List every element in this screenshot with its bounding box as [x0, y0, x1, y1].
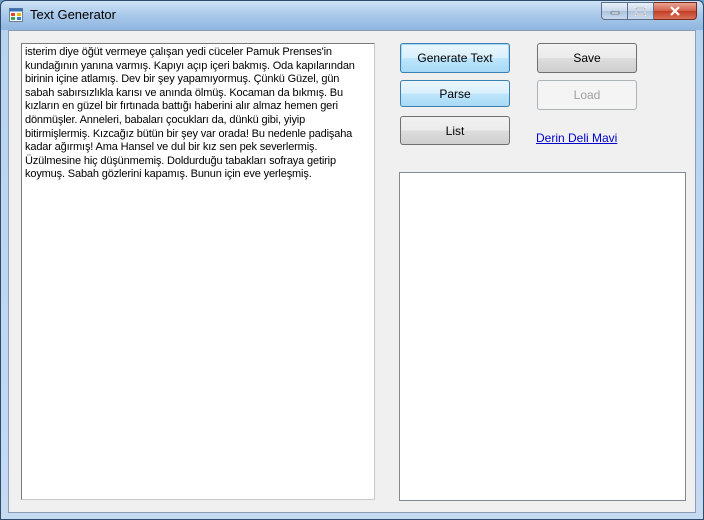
caption-buttons — [601, 2, 697, 21]
minimize-button[interactable] — [601, 2, 628, 20]
client-area: isterim diye öğüt vermeye çalışan yedi c… — [8, 30, 696, 513]
list-button[interactable]: List — [400, 116, 510, 145]
generate-text-button[interactable]: Generate Text — [400, 43, 510, 73]
parse-button[interactable]: Parse — [400, 80, 510, 107]
derin-deli-mavi-link[interactable]: Derin Deli Mavi — [536, 131, 617, 145]
maximize-icon — [635, 6, 646, 16]
maximize-button[interactable] — [628, 2, 654, 20]
load-button: Load — [537, 80, 637, 110]
app-window: Text Generator isterim diye öğüt vermeye… — [0, 0, 704, 520]
save-button[interactable]: Save — [537, 43, 637, 73]
output-list-box[interactable] — [399, 172, 686, 501]
window-title: Text Generator — [30, 7, 116, 22]
generated-text-area[interactable]: isterim diye öğüt vermeye çalışan yedi c… — [21, 43, 375, 500]
app-icon — [9, 8, 23, 22]
title-bar[interactable]: Text Generator — [1, 1, 703, 30]
minimize-icon — [610, 11, 619, 15]
close-button[interactable] — [654, 2, 697, 20]
close-icon — [670, 6, 680, 16]
